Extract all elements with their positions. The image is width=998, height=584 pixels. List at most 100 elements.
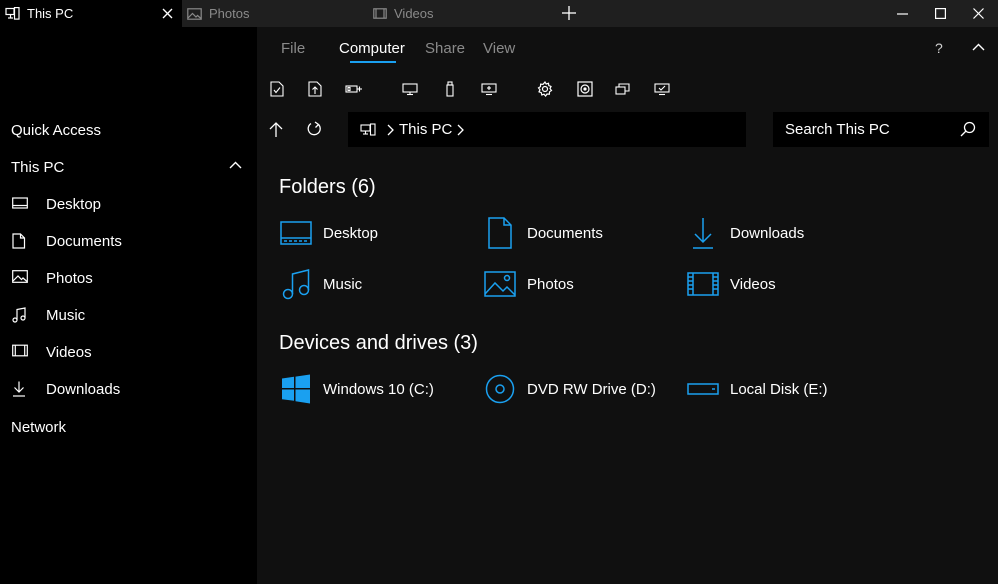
menu-tab-share[interactable]: Share [425,40,465,57]
add-display-button[interactable] [480,80,498,98]
connect-icon [345,82,363,96]
close-window-button[interactable] [959,0,997,27]
image-icon [483,267,517,301]
tab-close-icon[interactable] [160,6,174,20]
sidebar-item-network[interactable]: Network [11,419,66,436]
search-input[interactable] [773,112,953,147]
image-icon [12,270,28,283]
maximize-button[interactable] [921,0,959,27]
connect-button[interactable] [345,80,363,98]
image-icon [187,7,202,20]
sidebar-item-desktop[interactable]: Desktop [0,189,257,219]
tab-label: Photos [209,6,250,21]
search-box [773,112,989,147]
sidebar-item-documents[interactable]: Documents [0,226,257,256]
chevron-up-icon[interactable] [972,43,985,51]
folder-music[interactable]: Music [279,266,469,302]
document-icon [483,216,517,250]
document-icon [12,233,26,249]
download-icon [12,381,26,397]
tab-label: Videos [394,6,434,21]
computer-icon [360,123,376,136]
folder-documents[interactable]: Documents [483,215,673,251]
drive-c[interactable]: Windows 10 (C:) [279,371,469,407]
video-icon [373,8,387,19]
menu-tab-view[interactable]: View [483,40,515,57]
computer-icon [5,7,20,20]
refresh-icon[interactable] [306,121,324,139]
menu-tab-computer[interactable]: Computer [339,40,405,57]
active-tab-indicator [350,61,396,63]
close-icon [972,8,984,19]
music-icon [279,267,313,301]
item-label: DVD RW Drive (D:) [527,380,656,398]
remote-button[interactable] [653,80,671,98]
sidebar-item-videos[interactable]: Videos [0,337,257,367]
maximize-icon [934,8,946,19]
upload-button[interactable] [306,80,324,98]
disk-button[interactable] [576,80,594,98]
sidebar-item-label: Downloads [46,381,121,398]
download-icon [686,216,720,250]
sidebar-item-downloads[interactable]: Downloads [0,374,257,404]
drive-e[interactable]: Local Disk (E:) [686,371,876,407]
video-icon [12,344,28,357]
desktop-icon [12,196,28,210]
folder-videos[interactable]: Videos [686,266,876,302]
up-arrow-icon[interactable] [268,121,286,139]
tab-photos[interactable]: Photos [182,0,372,27]
settings-button[interactable] [536,80,554,98]
devices-heading: Devices and drives (3) [279,332,478,354]
manage-icon [615,82,631,96]
select-all-button[interactable] [268,80,286,98]
sidebar-item-label: Music [46,307,86,324]
folder-downloads[interactable]: Downloads [686,215,876,251]
folder-desktop[interactable]: Desktop [279,215,469,251]
tab-this-pc[interactable]: This PC [0,0,182,27]
remote-icon [654,82,670,96]
chevron-up-icon[interactable] [229,161,242,169]
minimize-button[interactable] [883,0,921,27]
upload-icon [308,81,322,97]
sidebar-item-photos[interactable]: Photos [0,263,257,293]
sidebar-item-label: Photos [46,270,93,287]
windows-logo-icon [279,372,313,406]
sidebar-item-this-pc[interactable]: This PC [11,159,64,176]
title-bar: This PC Photos Videos [0,0,998,27]
manage-button[interactable] [614,80,632,98]
video-icon [686,267,720,301]
navigation-pane: Quick Access This PC Desktop Documents P… [0,27,257,584]
item-label: Videos [730,275,776,293]
desktop-icon [279,216,313,250]
item-label: Local Disk (E:) [730,380,828,398]
new-tab-button[interactable] [560,4,578,22]
select-all-icon [270,81,284,97]
sidebar-item-label: Documents [46,233,122,250]
sidebar-item-quick-access[interactable]: Quick Access [11,122,101,139]
sidebar-item-label: Videos [46,344,92,361]
breadcrumb-this-pc[interactable]: This PC [399,121,452,138]
address-bar[interactable]: This PC [348,112,746,147]
dvd-icon [483,372,517,406]
item-label: Desktop [323,224,379,242]
item-label: Windows 10 (C:) [323,380,434,398]
sidebar-item-music[interactable]: Music [0,300,257,330]
drive-button[interactable] [441,80,459,98]
disk-icon [577,81,593,97]
add-display-icon [481,82,497,96]
folder-photos[interactable]: Photos [483,266,673,302]
search-icon[interactable] [960,121,976,137]
menu-tab-file[interactable]: File [281,40,305,57]
chevron-right-icon[interactable] [457,124,465,136]
display-button[interactable] [401,80,419,98]
folders-heading: Folders (6) [279,176,376,198]
chevron-right-icon[interactable] [387,124,394,136]
tab-label: This PC [27,6,74,21]
music-icon [12,307,26,323]
settings-icon [537,81,553,97]
help-button[interactable]: ? [935,40,943,56]
drive-icon [445,81,455,97]
sidebar-item-label: Desktop [46,196,102,213]
drive-d[interactable]: DVD RW Drive (D:) [483,371,673,407]
tab-videos[interactable]: Videos [368,0,548,27]
